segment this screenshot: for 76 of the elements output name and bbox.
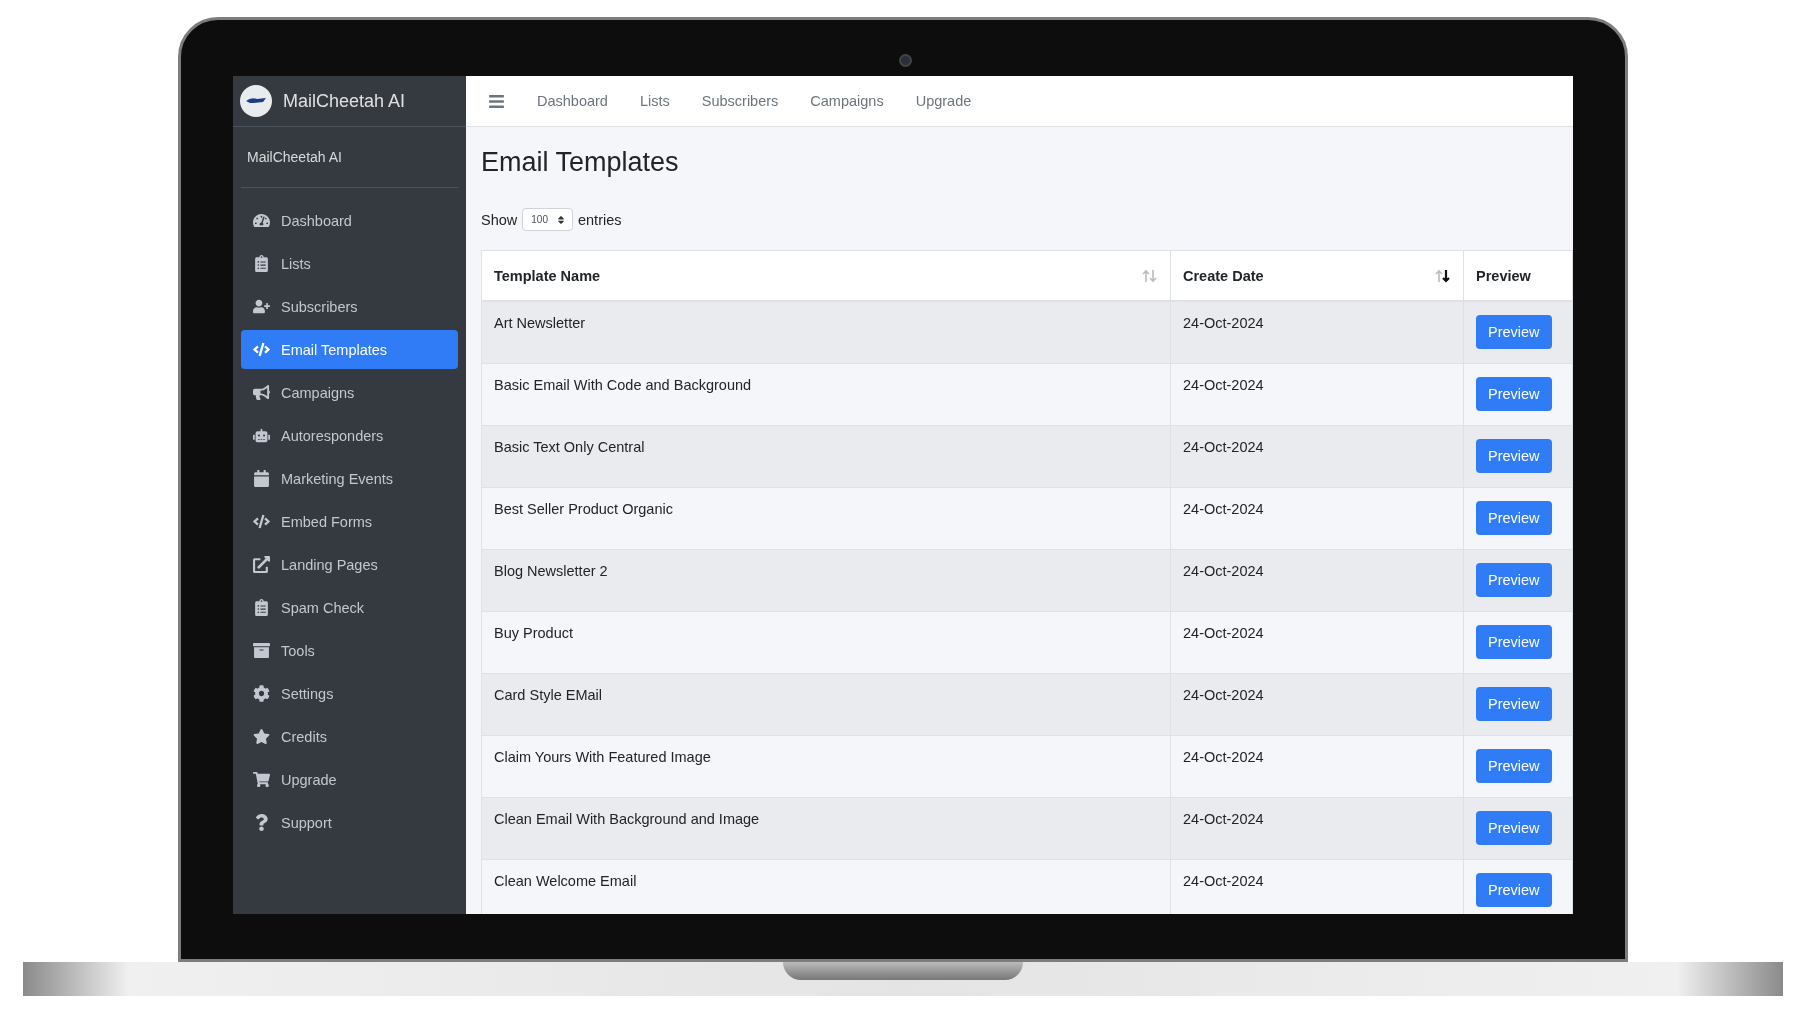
table-cell: Clean Email With Background and Image [481,797,1171,859]
column-header[interactable]: Create Date [1170,250,1464,301]
sidebar-item[interactable]: Support [241,803,458,842]
preview-button[interactable]: Preview [1476,501,1552,535]
sidebar-item[interactable]: Tools [241,631,458,670]
sidebar-item[interactable]: Email Templates [241,330,458,369]
page-size-select[interactable]: 100 [522,208,573,231]
preview-button[interactable]: Preview [1476,687,1552,721]
camera-icon [899,54,912,67]
sidebar-item[interactable]: Marketing Events [241,459,458,498]
table-cell: 24-Oct-2024 [1170,673,1464,735]
table-cell: Blog Newsletter 2 [481,549,1171,611]
nav-link[interactable]: Lists [639,93,670,109]
sidebar-item[interactable]: Spam Check [241,588,458,627]
preview-button[interactable]: Preview [1476,749,1552,783]
preview-button[interactable]: Preview [1476,315,1552,350]
nav-link[interactable]: Campaigns [810,93,884,109]
star-icon [251,728,271,745]
table-cell: 24-Oct-2024 [1170,859,1464,914]
table-cell: Buy Product [481,611,1171,673]
code-icon [251,513,271,530]
external-link-icon [251,556,271,573]
code-icon [251,341,271,358]
preview-button[interactable]: Preview [1476,873,1552,907]
sidebar-item[interactable]: Credits [241,717,458,756]
table-cell: 24-Oct-2024 [1170,363,1464,425]
table-cell: Card Style EMail [481,673,1171,735]
preview-button[interactable]: Preview [1476,811,1552,845]
page-title: Email Templates [481,147,680,178]
menu-icon[interactable] [488,92,505,110]
entries-label: entries [577,211,622,228]
preview-button[interactable]: Preview [1476,377,1552,411]
archive-box-icon [251,642,271,659]
sidebar-item[interactable]: Subscribers [241,287,458,326]
select-arrows-icon [555,214,566,225]
table-cell: 24-Oct-2024 [1170,549,1464,611]
sidebar-item[interactable]: Upgrade [241,760,458,799]
table-cell: 24-Oct-2024 [1170,611,1464,673]
nav-link[interactable]: Upgrade [915,93,972,109]
gauge-icon [251,212,271,229]
table-cell: Basic Text Only Central [481,425,1171,487]
table-cell: 24-Oct-2024 [1170,735,1464,797]
sidebar-item[interactable]: Settings [241,674,458,713]
column-header: Preview [1463,250,1573,301]
logo-icon [239,84,273,118]
table-cell: 24-Oct-2024 [1170,301,1464,363]
table-cell: 24-Oct-2024 [1170,797,1464,859]
cart-icon [251,771,271,788]
table-cell: Claim Yours With Featured Image [481,735,1171,797]
sidebar-item[interactable]: Dashboard [241,201,458,240]
preview-button[interactable]: Preview [1476,563,1552,597]
table-cell: Basic Email With Code and Background [481,363,1171,425]
sidebar-item[interactable]: Landing Pages [241,545,458,584]
sort-arrows-icon[interactable] [1435,268,1451,283]
sidebar-item[interactable]: Campaigns [241,373,458,412]
megaphone-icon [251,384,271,401]
user-plus-icon [251,298,271,315]
preview-button[interactable]: Preview [1476,439,1552,473]
sidebar-item[interactable]: Embed Forms [241,502,458,541]
settings-icon [251,685,271,702]
table-cell: Art Newsletter [481,301,1171,363]
sidebar-item[interactable]: Lists [241,244,458,283]
calendar-icon [251,470,271,487]
user-name[interactable]: MailCheetah AI [241,127,458,188]
table-cell: 24-Oct-2024 [1170,425,1464,487]
table-cell: Best Seller Product Organic [481,487,1171,549]
show-label: Show [481,211,518,228]
preview-button[interactable]: Preview [1476,625,1552,659]
table-cell: Clean Welcome Email [481,859,1171,914]
nav-link[interactable]: Subscribers [701,93,779,109]
robot-icon [251,427,271,444]
nav-link[interactable]: Dashboard [537,93,608,109]
column-header[interactable]: Template Name [481,250,1171,301]
brand-name: MailCheetah AI [283,90,406,112]
table-cell: 24-Oct-2024 [1170,487,1464,549]
sidebar-item[interactable]: Autoresponders [241,416,458,455]
